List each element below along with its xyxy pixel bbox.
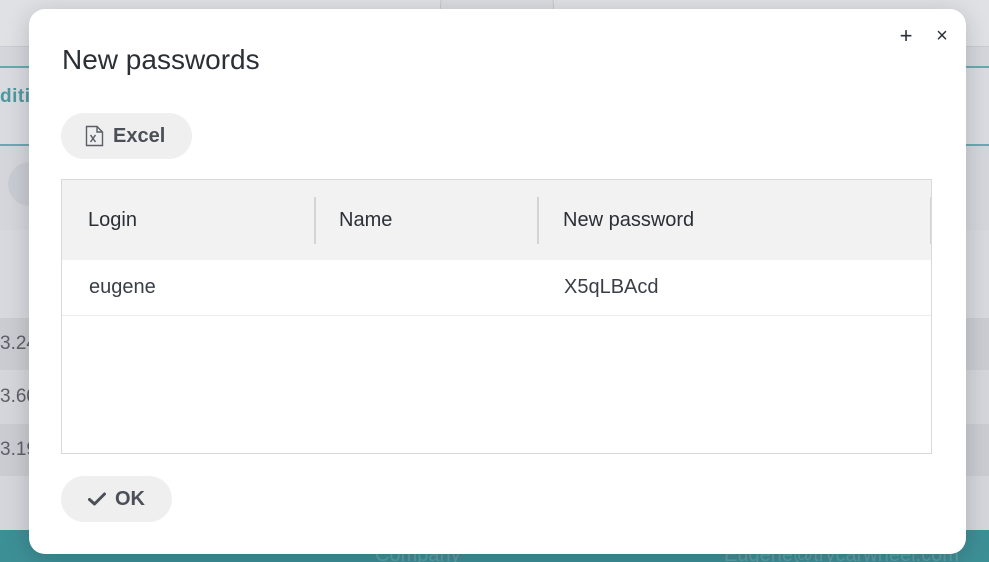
check-icon <box>88 492 106 506</box>
new-passwords-dialog: New passwords + × Excel Login Name New p… <box>29 9 966 554</box>
column-resize-handle[interactable] <box>537 197 539 244</box>
table-header: Login Name New password <box>62 180 931 260</box>
passwords-table: Login Name New password eugene X5qLBAcd <box>61 179 932 454</box>
excel-file-icon <box>85 125 104 147</box>
maximize-button[interactable]: + <box>896 23 916 48</box>
dialog-title: New passwords <box>62 44 260 75</box>
close-button[interactable]: × <box>932 26 952 46</box>
excel-export-button[interactable]: Excel <box>61 113 192 159</box>
column-header-new-password[interactable]: New password <box>563 180 694 260</box>
background-tab-label: diti <box>0 86 31 107</box>
ok-button[interactable]: OK <box>61 476 172 522</box>
cell-new-password: X5qLBAcd <box>564 276 659 298</box>
close-icon: × <box>936 25 948 47</box>
column-header-login[interactable]: Login <box>88 180 137 260</box>
table-row[interactable]: eugene X5qLBAcd <box>62 260 931 316</box>
column-resize-handle[interactable] <box>930 197 931 244</box>
ok-button-label: OK <box>115 487 145 510</box>
plus-icon: + <box>899 23 913 48</box>
excel-button-label: Excel <box>113 124 166 147</box>
column-header-name[interactable]: Name <box>339 180 392 260</box>
cell-login: eugene <box>89 276 156 298</box>
column-resize-handle[interactable] <box>314 197 316 244</box>
